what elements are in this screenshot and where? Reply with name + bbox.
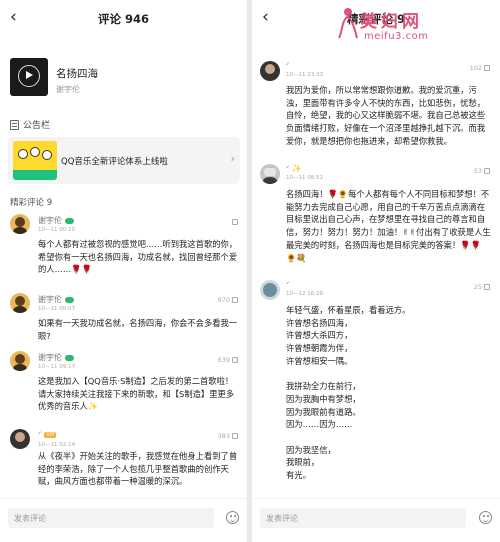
thumb-up-icon: [484, 168, 490, 174]
like-button[interactable]: 102: [470, 64, 490, 72]
comment-date: 10—11 08:52: [286, 175, 324, 181]
vip-badge: VIP: [44, 431, 57, 438]
comment-text: 从《夜半》开始关注的歌手，我感觉在他身上看到了曾经的李荣浩，除了一个人包揽几乎整…: [38, 451, 238, 487]
comment-date: 10—11 23:33: [286, 72, 324, 78]
like-button[interactable]: [230, 219, 238, 225]
song-artist: 谢宇伦: [56, 85, 80, 94]
comment-text: 名扬四海！🌹🌻每个人都有每个人不同目标和梦想！不能努力去完成自己心愿，用自己的千…: [286, 189, 491, 263]
thumb-up-icon: [484, 284, 490, 290]
avatar[interactable]: [10, 429, 30, 449]
notice-thumbnail: [13, 141, 57, 180]
comments-panel-left: ‹ 评论 946 名扬四海 谢宇伦 公告栏 QQ音乐全新评论体系上线啦 › 精彩…: [0, 0, 247, 542]
avatar[interactable]: [260, 164, 280, 184]
comment-text: 这是我加入【QQ音乐·S制造】之后发的第二首歌啦！请大家持续关注我接下来的新歌，…: [38, 376, 235, 412]
comment-date: 10—11 00:07: [38, 306, 76, 312]
comment-date: 10—11 02:14: [38, 442, 76, 448]
thumb-up-icon: [232, 357, 238, 363]
comment-user[interactable]: 谢宇伦: [38, 352, 74, 363]
watermark-logo: [338, 8, 358, 39]
comment-input[interactable]: 发表评论: [260, 508, 466, 528]
verified-badge-icon: [65, 296, 74, 303]
thumb-up-icon: [232, 219, 238, 225]
notice-card[interactable]: QQ音乐全新评论体系上线啦 ›: [8, 137, 240, 184]
like-button[interactable]: 53: [474, 167, 490, 175]
comments-panel-right: ‹ 精彩评论 9 ᐟ᠋ 10—11 23:33 102 我因为爱你，所以常常想跟…: [252, 0, 500, 542]
comment-user[interactable]: ᐟ᠋ ✨: [286, 164, 302, 173]
like-button[interactable]: 639: [218, 356, 238, 364]
comment-user[interactable]: ᐟ᠋ VIP: [38, 430, 57, 439]
notice-text: QQ音乐全新评论体系上线啦: [61, 157, 168, 167]
comment-user[interactable]: 谢宇伦: [38, 294, 74, 305]
thumb-up-icon: [232, 433, 238, 439]
comment-input-bar: 发表评论: [0, 498, 247, 542]
emoji-icon[interactable]: [479, 511, 492, 524]
like-button[interactable]: 970: [218, 296, 238, 304]
comment-text: 如果有一天我功成名就，名扬四海，你会不会多看我一眼?: [38, 318, 238, 341]
thumb-up-icon: [484, 65, 490, 71]
emoji-icon[interactable]: [226, 511, 239, 524]
top-bar: ‹ 评论 946: [0, 0, 247, 38]
thumb-up-icon: [232, 297, 238, 303]
verified-badge-icon: [65, 217, 74, 224]
comment-text: 我因为爱你，所以常常想跟你道歉。我的爱沉重，污浊，里面带有许多令人不快的东西，比…: [286, 85, 486, 146]
song-cover[interactable]: [10, 58, 48, 96]
avatar[interactable]: [260, 280, 280, 300]
comment-date: 10—11 09:17: [38, 364, 76, 370]
avatar[interactable]: [10, 351, 30, 371]
like-button[interactable]: 383: [218, 432, 238, 440]
comment-text: 每个人都有过被忽视的感觉吧……听到我这首歌的你，希望你有一天也名扬四海，功成名就…: [38, 239, 238, 275]
comment-text: 年轻气盛，怀着星辰，看着远方。 许曾想名扬四海， 许曾想大杀四方， 许曾想朝霞为…: [286, 305, 411, 481]
like-button[interactable]: 25: [474, 283, 490, 291]
chevron-right-icon: ›: [230, 152, 235, 165]
board-label: 公告栏: [23, 121, 51, 131]
notice-board-icon: [10, 119, 19, 130]
board-header: 公告栏: [10, 118, 50, 131]
song-title: 名扬四海: [56, 68, 98, 80]
section-title: 精彩评论 9: [10, 198, 53, 208]
page-title: 评论 946: [97, 12, 149, 26]
avatar[interactable]: [10, 214, 30, 234]
avatar[interactable]: [10, 293, 30, 313]
comment-user[interactable]: ᐟ᠋: [286, 280, 289, 289]
comment-date: 10—11 00:10: [38, 227, 76, 233]
verified-badge-icon: [65, 354, 74, 361]
comment-input[interactable]: 发表评论: [8, 508, 214, 528]
avatar[interactable]: [260, 61, 280, 81]
play-icon: [18, 65, 40, 87]
comment-date: 10—12 16:28: [286, 291, 324, 297]
watermark-title: 美妇网: [360, 12, 423, 32]
comment-user[interactable]: ᐟ᠋: [286, 61, 289, 70]
comment-user[interactable]: 谢宇伦: [38, 215, 74, 226]
comment-input-bar: 发表评论: [252, 498, 500, 542]
watermark-url: meifu3.com: [364, 31, 429, 42]
